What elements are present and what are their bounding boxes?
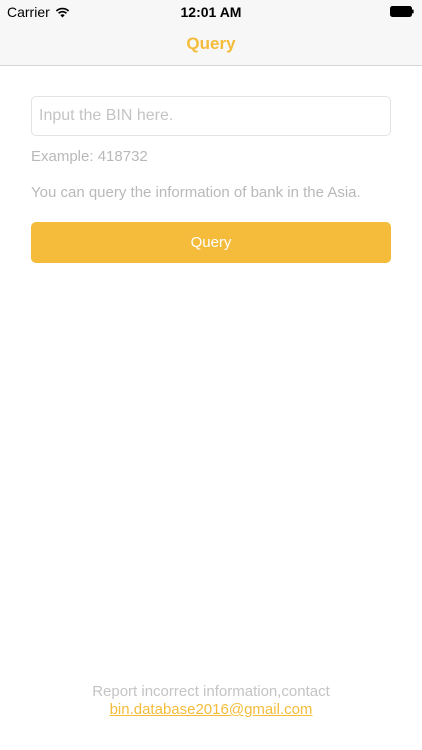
example-hint: Example: 418732 — [31, 148, 148, 165]
bin-input[interactable] — [31, 96, 391, 136]
status-time: 12:01 AM — [180, 4, 242, 20]
info-hint: You can query the information of bank in… — [31, 184, 361, 201]
query-button[interactable]: Query — [31, 222, 391, 263]
status-bar: Carrier 12:01 AM — [0, 0, 422, 24]
app-screen: Carrier 12:01 AM Query Example: 418732 Y… — [0, 0, 422, 750]
contact-email-link[interactable]: bin.database2016@gmail.com — [110, 701, 313, 719]
page-title: Query — [186, 34, 236, 53]
navigation-bar: Query — [0, 24, 422, 66]
battery-icon — [390, 6, 414, 17]
footer-report-text: Report incorrect information,contact — [92, 683, 330, 700]
footer: Report incorrect information,contact bin… — [0, 683, 422, 719]
